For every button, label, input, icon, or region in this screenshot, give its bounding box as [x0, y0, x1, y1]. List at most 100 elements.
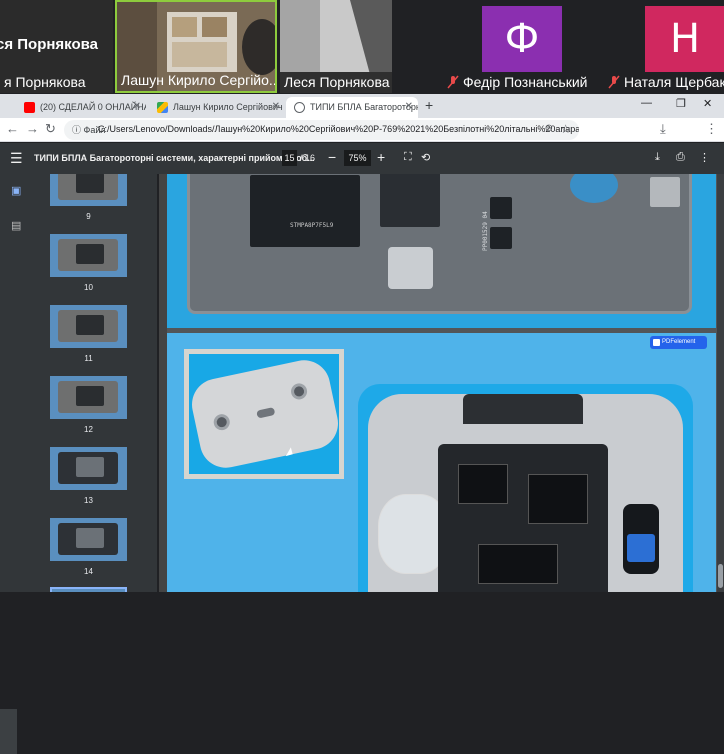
- browser-toolbar: ← → ↻ ⓘ Файл C:/Users/Lenovo/Downloads/Л…: [0, 118, 724, 253]
- rotate-icon[interactable]: ⟲: [421, 151, 430, 164]
- zoom-out-button[interactable]: −: [328, 149, 336, 165]
- document-scrollbar[interactable]: [717, 174, 724, 592]
- thumbnail-panel: 9 10 11 12 13 14: [34, 174, 157, 592]
- controller-button: [256, 407, 276, 419]
- usb-c-port: [388, 247, 433, 289]
- reload-button[interactable]: ↻: [45, 121, 56, 137]
- tab-label: Лашун Кирило Сергійович Р...: [173, 102, 285, 112]
- page-thumbnail[interactable]: [50, 518, 127, 561]
- outline-view-icon[interactable]: ▤: [11, 219, 21, 232]
- joystick: [289, 381, 309, 401]
- participant-tile-kyrylo[interactable]: Лашун Кирило Сергійо...: [115, 0, 277, 93]
- address-bar[interactable]: ⓘ Файл C:/Users/Lenovo/Downloads/Лашун%2…: [64, 120, 579, 140]
- print-icon[interactable]: ⎙: [676, 151, 685, 164]
- circuit-board: [438, 444, 608, 592]
- participant-tile-self[interactable]: ся Порнякова я Порнякова: [0, 0, 113, 93]
- pdf-page-14: STMPA8P7F5L9 PP001529 04: [167, 174, 716, 328]
- pdf-side-rail: ▣ ▤: [0, 174, 34, 754]
- page-thumbnail-current[interactable]: [50, 587, 127, 592]
- youtube-icon: [24, 102, 35, 113]
- pcb-label: PP001529 04: [482, 211, 489, 251]
- zoom-input[interactable]: 75%: [344, 150, 371, 166]
- avatar: Н: [645, 6, 724, 72]
- watermark-text: PDFelement: [662, 339, 696, 345]
- pcb-photo: STMPA8P7F5L9: [187, 174, 692, 314]
- download-icon[interactable]: ⤓: [660, 121, 666, 137]
- pcb-chip: [250, 175, 360, 247]
- rail-handle: [0, 709, 17, 754]
- page-thumbnail[interactable]: [50, 447, 127, 490]
- top-module: [463, 394, 583, 424]
- file-scheme-chip[interactable]: ⓘ Файл: [72, 123, 106, 136]
- video-call-strip: ся Порнякова я Порнякова Лашун Кирило Се…: [0, 0, 724, 93]
- pcb-chip: [380, 174, 440, 227]
- remote-controller: [189, 355, 339, 473]
- thumbnail-page-number: 12: [84, 425, 93, 434]
- browser-tab-youtube[interactable]: (20) СДЕЛАЙ 0 ОНЛАЙНА Н... ✕: [16, 97, 146, 118]
- thumbnail-page-number: 10: [84, 283, 93, 292]
- controller-housing: [368, 394, 683, 592]
- thumbnail-scrollbar[interactable]: [159, 174, 167, 592]
- globe-icon: [294, 102, 305, 113]
- url-text: C:/Users/Lenovo/Downloads/Лашун%20Кирило…: [98, 124, 579, 134]
- chrome-menu-icon[interactable]: ⋮: [705, 121, 718, 137]
- fit-page-icon[interactable]: ⛶: [404, 151, 412, 164]
- participant-label: Леся Порнякова: [284, 74, 390, 90]
- pdfelement-watermark: PDFelement: [650, 336, 707, 349]
- page-thumbnail[interactable]: [50, 305, 127, 348]
- bookmark-star-icon[interactable]: ☆: [560, 122, 571, 136]
- page-thumbnail[interactable]: [50, 376, 127, 419]
- thumbnail-page-number: 9: [86, 212, 91, 221]
- joystick: [212, 412, 232, 432]
- scrollbar-thumb[interactable]: [718, 564, 723, 588]
- participant-label: Лашун Кирило Сергійо...: [121, 72, 277, 88]
- close-tab-icon[interactable]: ✕: [272, 101, 280, 112]
- pdf-page-15: PDFelement: [167, 333, 716, 592]
- tab-label: (20) СДЕЛАЙ 0 ОНЛАЙНА Н...: [40, 102, 146, 112]
- pcb-chip: [490, 197, 512, 219]
- close-window-button[interactable]: ✕: [703, 97, 712, 110]
- thumbnail-page-number: 11: [84, 354, 93, 363]
- download-icon[interactable]: ⤓: [655, 151, 660, 164]
- forward-button[interactable]: →: [26, 121, 39, 136]
- more-options-icon[interactable]: ⋮: [699, 151, 710, 164]
- thumbnail-page-number: 14: [84, 567, 93, 576]
- new-tab-button[interactable]: +: [425, 97, 433, 113]
- thumbnail-page-number: 13: [84, 496, 93, 505]
- restore-window-button[interactable]: ❐: [676, 97, 686, 110]
- battery: [623, 504, 659, 574]
- participant-tile-fedir[interactable]: Ф Федір Познанський: [443, 0, 601, 93]
- page-thumbnail[interactable]: [50, 174, 127, 206]
- controller-photo: [184, 349, 344, 479]
- browser-tab-bar: (20) СДЕЛАЙ 0 ОНЛАЙНА Н... ✕ Лашун Кирил…: [0, 94, 724, 118]
- minimize-button[interactable]: —: [641, 97, 652, 109]
- pdfelement-logo-icon: [653, 339, 660, 346]
- page-thumbnail[interactable]: [50, 234, 127, 277]
- participant-tile-natalia[interactable]: Н Наталя Щербак: [604, 0, 724, 93]
- page-number-input[interactable]: 15: [282, 150, 297, 166]
- controller-internals-photo: [358, 384, 693, 592]
- participant-name: Федір Познанський: [463, 74, 588, 90]
- zoom-icon[interactable]: ⊖: [545, 123, 553, 134]
- zoom-in-button[interactable]: +: [377, 149, 385, 165]
- tab-label: ТИПИ БПЛА Багатороторні с...: [310, 102, 418, 112]
- participant-name: Наталя Щербак: [624, 74, 724, 90]
- back-button[interactable]: ←: [6, 121, 19, 136]
- participant-label: я Порнякова: [4, 74, 86, 90]
- participant-tile-lesia[interactable]: Леся Порнякова: [280, 0, 392, 93]
- pdf-document-view[interactable]: STMPA8P7F5L9 PP001529 04 PDFelement: [167, 174, 724, 592]
- mic-muted-icon: [608, 75, 620, 89]
- mic-muted-icon: [447, 75, 459, 89]
- close-tab-icon[interactable]: ✕: [405, 101, 413, 112]
- browser-tab-pdf[interactable]: ТИПИ БПЛА Багатороторні с... ✕: [286, 97, 418, 118]
- participant-label-row: Наталя Щербак: [608, 74, 724, 90]
- document-title: ТИПИ БПЛА Багатороторні системи, характе…: [34, 153, 315, 163]
- file-chip-label: Файл: [83, 125, 106, 135]
- avatar: Ф: [482, 6, 562, 72]
- browser-tab-drive[interactable]: Лашун Кирило Сергійович Р... ✕: [149, 97, 285, 118]
- google-drive-icon: [157, 102, 168, 113]
- sidebar-menu-icon[interactable]: ☰: [10, 150, 23, 167]
- participant-label-row: Федір Познанський: [447, 74, 588, 90]
- close-tab-icon[interactable]: ✕: [133, 101, 141, 112]
- thumbnails-view-icon[interactable]: ▣: [11, 184, 21, 197]
